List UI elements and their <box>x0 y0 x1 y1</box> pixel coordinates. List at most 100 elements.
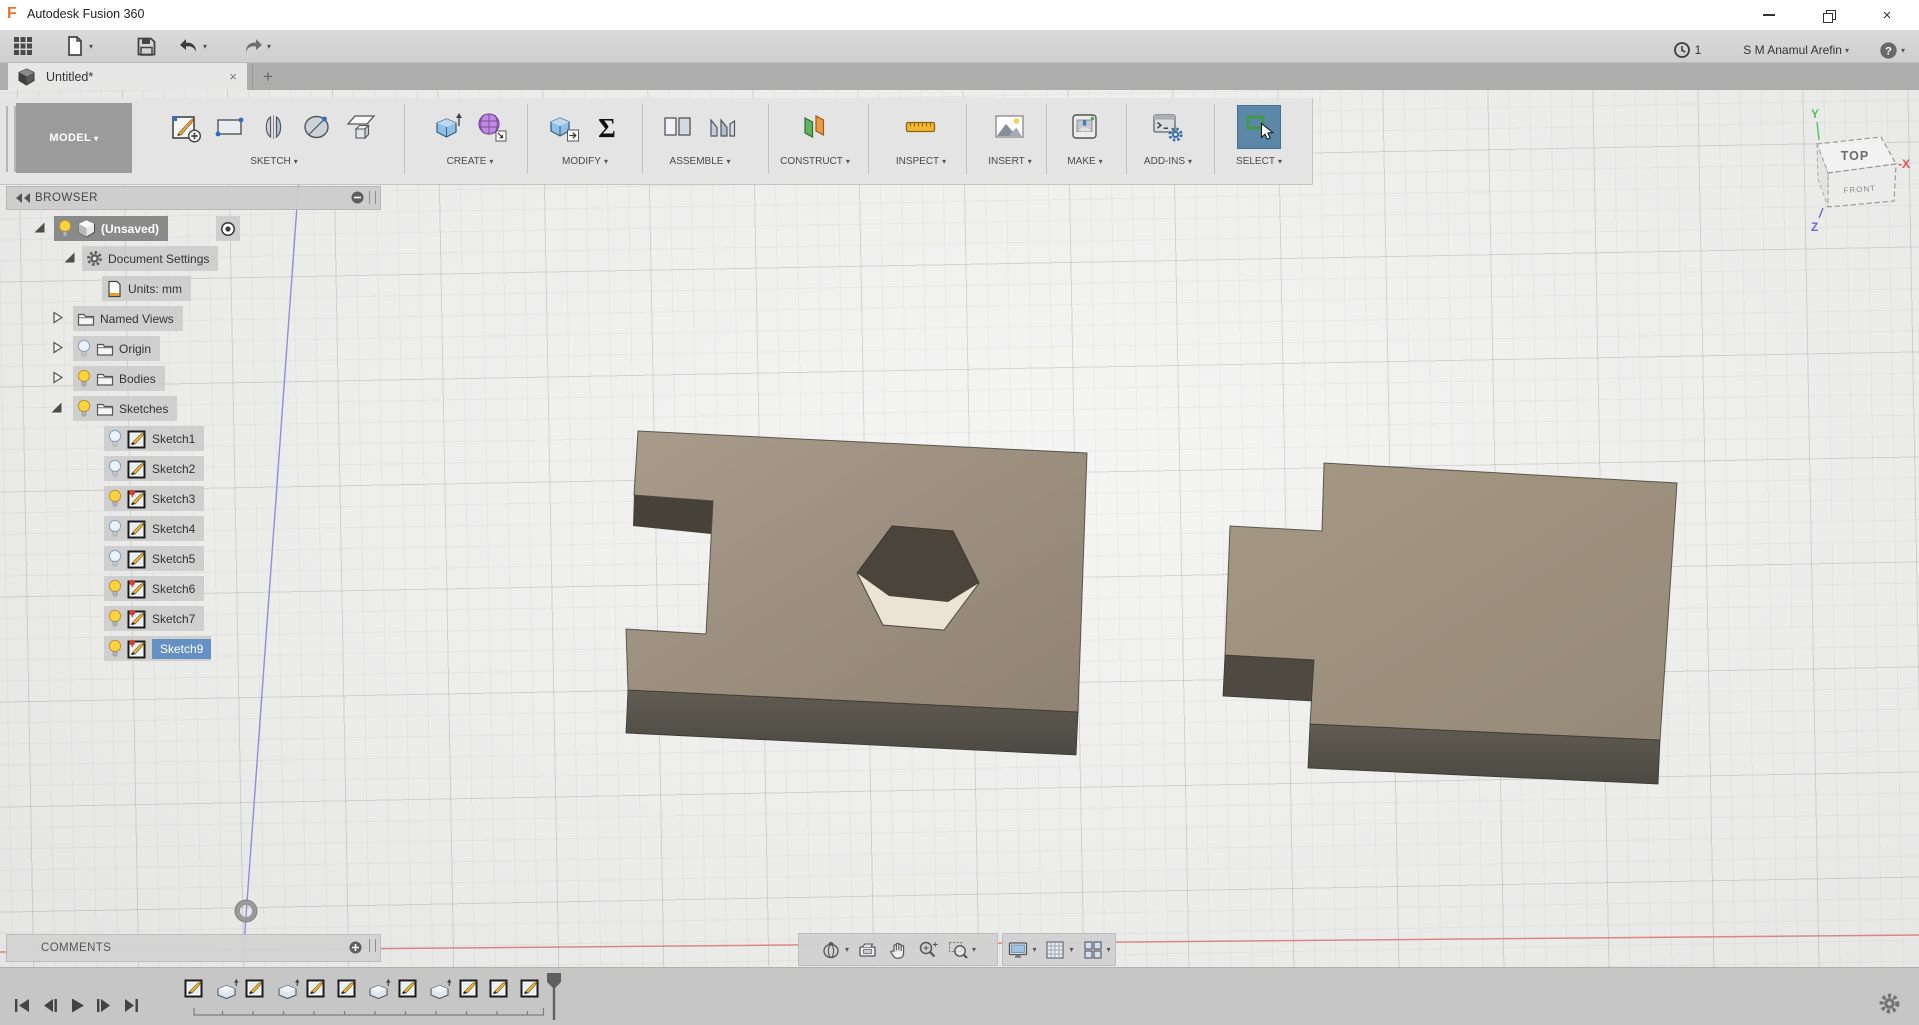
browser-grip-icon[interactable] <box>369 191 376 204</box>
browser-item[interactable]: Sketch2 <box>104 456 205 481</box>
browser-item[interactable]: Sketch7 <box>104 606 205 631</box>
restore-button[interactable] <box>1800 0 1856 30</box>
grid-nav-button[interactable]: ▾ <box>1040 939 1077 961</box>
mirror-tool-tool-button[interactable] <box>252 105 296 149</box>
browser-row-origin[interactable]: Origin <box>6 336 386 362</box>
press-pull-tool-button[interactable] <box>541 105 585 149</box>
browser-item[interactable]: Sketch3 <box>104 486 205 511</box>
browser-row-sketch7[interactable]: Sketch7 <box>6 606 386 632</box>
visibility-bulb-on-icon[interactable] <box>77 369 91 388</box>
browser-row-sketch1[interactable]: Sketch1 <box>6 426 386 452</box>
body-plate-left[interactable] <box>625 430 1088 756</box>
zoom-nav-button[interactable] <box>913 939 943 961</box>
joint-tool-button[interactable] <box>656 105 700 149</box>
expand-arrow-closed-icon[interactable] <box>50 340 66 356</box>
timeline-feature-extrude[interactable] <box>276 978 302 1004</box>
browser-row-sketch2[interactable]: Sketch2 <box>6 456 386 482</box>
body-plate-right[interactable] <box>1222 462 1678 785</box>
help-button[interactable]: ? ▾ <box>1879 38 1905 62</box>
ribbon-group-label[interactable]: MODIFY ▾ <box>562 156 608 167</box>
ruler-tool-button[interactable] <box>899 105 943 149</box>
expand-arrow-open-icon[interactable] <box>49 400 65 416</box>
browser-row-sketch3[interactable]: Sketch3 <box>6 486 386 512</box>
window-zoom-nav-button[interactable]: ▾ <box>943 939 980 961</box>
timeline-feature-sketch[interactable] <box>489 978 515 1004</box>
comments-grip-icon[interactable] <box>369 939 376 952</box>
browser-item[interactable]: Bodies <box>73 366 165 391</box>
browser-header[interactable]: BROWSER <box>6 186 381 210</box>
expand-arrow-open-icon[interactable] <box>62 250 78 266</box>
redo-button[interactable]: ▾ <box>242 34 271 58</box>
display-nav-button[interactable]: ▾ <box>1003 939 1040 961</box>
browser-row-named-views[interactable]: Named Views <box>6 306 386 332</box>
visibility-bulb-on-icon[interactable] <box>108 579 122 598</box>
timeline-feature-sketch[interactable] <box>306 978 332 1004</box>
pan-nav-button[interactable] <box>883 939 913 961</box>
browser-row-units--mm[interactable]: Units: mm <box>6 276 386 302</box>
hide-all-icon[interactable] <box>351 191 364 204</box>
ribbon-group-label[interactable]: INSPECT ▾ <box>896 156 946 167</box>
visibility-bulb-off-icon[interactable] <box>108 549 122 568</box>
app-grid-button[interactable] <box>12 34 34 58</box>
add-comment-icon[interactable] <box>349 941 362 954</box>
timeline-feature-extrude[interactable] <box>428 978 454 1004</box>
workspace-selector[interactable]: MODEL ▾ <box>16 103 132 173</box>
browser-item[interactable]: Sketches <box>73 396 178 421</box>
plane-cube-tool-button[interactable] <box>340 105 384 149</box>
rectangle-tool-tool-button[interactable] <box>208 105 252 149</box>
timeline-feature-sketch[interactable] <box>337 978 363 1004</box>
image-tool-button[interactable] <box>988 105 1032 149</box>
close-button[interactable]: × <box>1859 0 1915 30</box>
browser-row-sketch4[interactable]: Sketch4 <box>6 516 386 542</box>
extrude-tool-button[interactable] <box>426 105 470 149</box>
visibility-bulb-on-icon[interactable] <box>77 399 91 418</box>
create-sketch-tool-button[interactable] <box>164 105 208 149</box>
timeline-start-button[interactable] <box>12 996 34 1016</box>
browser-row-sketch5[interactable]: Sketch5 <box>6 546 386 572</box>
visibility-bulb-on-icon[interactable] <box>108 609 122 628</box>
ribbon-group-label[interactable]: CONSTRUCT ▾ <box>780 156 850 167</box>
file-menu-button[interactable]: ▾ <box>64 34 93 58</box>
timeline-feature-sketch[interactable] <box>184 978 210 1004</box>
save-button[interactable] <box>136 34 157 58</box>
browser-row-bodies[interactable]: Bodies <box>6 366 386 392</box>
timeline-feature-sketch[interactable] <box>398 978 424 1004</box>
timeline-feature-extrude[interactable] <box>367 978 393 1004</box>
ribbon-group-label[interactable]: SKETCH ▾ <box>250 156 298 167</box>
browser-item[interactable]: Named Views <box>73 306 183 331</box>
timeline-position-marker[interactable] <box>546 972 562 1022</box>
browser-row-document-settings[interactable]: Document Settings <box>6 246 386 272</box>
tab-untitled[interactable]: Untitled* × <box>8 63 247 90</box>
viewcube[interactable]: TOP FRONT Y -X Z <box>1793 104 1919 234</box>
expand-arrow-closed-icon[interactable] <box>50 370 66 386</box>
undo-button[interactable]: ▾ <box>178 34 207 58</box>
lookat-nav-button[interactable] <box>853 939 883 961</box>
timeline-back-button[interactable] <box>39 996 61 1016</box>
browser-item[interactable]: Origin <box>73 336 161 361</box>
timeline-fwd-button[interactable] <box>93 996 115 1016</box>
form-tool-button[interactable] <box>470 105 514 149</box>
ribbon-group-label[interactable]: MAKE ▾ <box>1067 156 1102 167</box>
new-tab-button[interactable]: + <box>252 63 283 90</box>
browser-row-sketches[interactable]: Sketches <box>6 396 386 422</box>
select-tool-button[interactable] <box>1237 105 1281 149</box>
visibility-bulb-off-icon[interactable] <box>108 519 122 538</box>
expand-arrow-open-icon[interactable] <box>32 220 48 236</box>
visibility-bulb-on-icon[interactable] <box>58 219 72 238</box>
expand-arrow-closed-icon[interactable] <box>50 310 66 326</box>
orbit-nav-button[interactable]: ▾ <box>816 939 853 961</box>
ribbon-group-label[interactable]: SELECT ▾ <box>1236 156 1282 167</box>
activate-component-radio[interactable] <box>216 216 240 241</box>
timeline-feature-extrude[interactable] <box>215 978 241 1004</box>
browser-item[interactable]: Sketch4 <box>104 516 205 541</box>
browser-row-sketch9[interactable]: Sketch9 <box>6 636 386 662</box>
ribbon-grip[interactable] <box>6 106 16 172</box>
collapse-panel-icon[interactable] <box>15 193 31 203</box>
browser-row-sketch6[interactable]: Sketch6 <box>6 576 386 602</box>
browser-item[interactable]: Units: mm <box>102 276 191 301</box>
ribbon-group-label[interactable]: INSERT ▾ <box>988 156 1032 167</box>
timeline-play-button[interactable] <box>66 996 88 1016</box>
construct-planes-tool-button[interactable] <box>793 105 837 149</box>
timeline-end-button[interactable] <box>120 996 142 1016</box>
ribbon-group-label[interactable]: ASSEMBLE ▾ <box>670 156 731 167</box>
